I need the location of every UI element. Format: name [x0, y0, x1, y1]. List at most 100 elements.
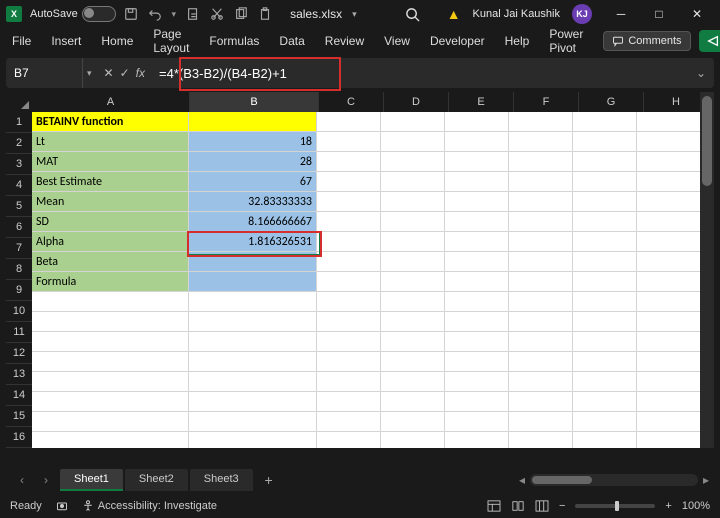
add-sheet-button[interactable]: +: [257, 472, 281, 488]
cell-F7[interactable]: [509, 232, 573, 252]
col-header-F[interactable]: F: [514, 92, 579, 112]
cell-B4[interactable]: 67: [189, 172, 317, 192]
cell-D16[interactable]: [381, 412, 445, 432]
row-header-12[interactable]: 12: [6, 343, 32, 364]
cell-D14[interactable]: [381, 372, 445, 392]
copy-icon[interactable]: [234, 7, 248, 21]
row-header-6[interactable]: 6: [6, 217, 32, 238]
row-header-14[interactable]: 14: [6, 385, 32, 406]
tab-nav-next-icon[interactable]: ›: [36, 473, 56, 487]
cell-G1[interactable]: [573, 112, 637, 132]
zoom-level[interactable]: 100%: [682, 500, 710, 512]
cell-E3[interactable]: [445, 152, 509, 172]
cell-D2[interactable]: [381, 132, 445, 152]
cell-A2[interactable]: Lt: [32, 132, 189, 152]
cell-E2[interactable]: [445, 132, 509, 152]
cell-B10[interactable]: [189, 292, 317, 312]
cell-B6[interactable]: 8.166666667: [189, 212, 317, 232]
scroll-right-icon[interactable]: ▸: [698, 473, 714, 487]
minimize-icon[interactable]: ─: [604, 2, 638, 26]
cell-D13[interactable]: [381, 352, 445, 372]
cell-E15[interactable]: [445, 392, 509, 412]
cell-G2[interactable]: [573, 132, 637, 152]
cell-C11[interactable]: [317, 312, 381, 332]
search-icon[interactable]: [405, 7, 420, 22]
cell-H4[interactable]: [637, 172, 701, 192]
cell-C13[interactable]: [317, 352, 381, 372]
col-header-B[interactable]: B: [190, 92, 319, 112]
redo-dropdown-icon[interactable]: ▾: [172, 9, 177, 20]
cell-G17[interactable]: [573, 432, 637, 448]
namebox-dropdown-icon[interactable]: ▾: [83, 68, 96, 79]
cell-C15[interactable]: [317, 392, 381, 412]
cell-G9[interactable]: [573, 272, 637, 292]
paste-icon[interactable]: [258, 7, 272, 21]
row-header-1[interactable]: 1: [6, 112, 32, 133]
row-header-15[interactable]: 15: [6, 406, 32, 427]
save-icon[interactable]: [124, 7, 138, 21]
macro-record-icon[interactable]: [56, 500, 68, 512]
cell-B17[interactable]: [189, 432, 317, 448]
cell-D6[interactable]: [381, 212, 445, 232]
cell-D1[interactable]: [381, 112, 445, 132]
cell-F12[interactable]: [509, 332, 573, 352]
cell-H2[interactable]: [637, 132, 701, 152]
cell-A11[interactable]: [32, 312, 189, 332]
warning-icon[interactable]: ▲: [447, 6, 461, 22]
cell-H17[interactable]: [637, 432, 701, 448]
row-header-3[interactable]: 3: [6, 154, 32, 175]
horizontal-scrollbar[interactable]: [530, 474, 698, 486]
cell-E17[interactable]: [445, 432, 509, 448]
cell-A1[interactable]: BETAINV function: [32, 112, 189, 132]
cell-E6[interactable]: [445, 212, 509, 232]
accessibility-status[interactable]: Accessibility: Investigate: [82, 500, 217, 512]
cell-B9[interactable]: [189, 272, 317, 292]
cell-H8[interactable]: [637, 252, 701, 272]
undo-icon[interactable]: [148, 7, 162, 21]
cell-A7[interactable]: Alpha: [32, 232, 189, 252]
cell-C5[interactable]: [317, 192, 381, 212]
cell-E12[interactable]: [445, 332, 509, 352]
col-header-C[interactable]: C: [319, 92, 384, 112]
cell-A8[interactable]: Beta: [32, 252, 189, 272]
scroll-left-icon[interactable]: ◂: [514, 473, 530, 487]
tab-file[interactable]: File: [12, 34, 31, 48]
view-page-break-icon[interactable]: [535, 500, 549, 512]
cell-C4[interactable]: [317, 172, 381, 192]
cell-E14[interactable]: [445, 372, 509, 392]
zoom-slider[interactable]: [575, 504, 655, 508]
row-header-5[interactable]: 5: [6, 196, 32, 217]
cell-C10[interactable]: [317, 292, 381, 312]
cell-E7[interactable]: [445, 232, 509, 252]
cell-B14[interactable]: [189, 372, 317, 392]
zoom-out-button[interactable]: −: [559, 500, 565, 512]
cell-B15[interactable]: [189, 392, 317, 412]
tab-nav-prev-icon[interactable]: ‹: [12, 473, 32, 487]
cell-F1[interactable]: [509, 112, 573, 132]
tab-page-layout[interactable]: Page Layout: [153, 27, 189, 55]
row-header-16[interactable]: 16: [6, 427, 32, 448]
view-page-layout-icon[interactable]: [511, 500, 525, 512]
zoom-in-button[interactable]: +: [665, 500, 671, 512]
expand-formula-bar-icon[interactable]: ⌄: [696, 66, 706, 80]
cell-G14[interactable]: [573, 372, 637, 392]
tab-review[interactable]: Review: [325, 34, 364, 48]
cell-A4[interactable]: Best Estimate: [32, 172, 189, 192]
cell-E1[interactable]: [445, 112, 509, 132]
cell-G8[interactable]: [573, 252, 637, 272]
cell-A5[interactable]: Mean: [32, 192, 189, 212]
cell-A12[interactable]: [32, 332, 189, 352]
cell-H9[interactable]: [637, 272, 701, 292]
cell-D15[interactable]: [381, 392, 445, 412]
col-header-G[interactable]: G: [579, 92, 644, 112]
cell-E11[interactable]: [445, 312, 509, 332]
cell-H7[interactable]: [637, 232, 701, 252]
cell-E5[interactable]: [445, 192, 509, 212]
cell-G10[interactable]: [573, 292, 637, 312]
cell-B7[interactable]: 1.816326531: [189, 232, 317, 252]
comments-button[interactable]: Comments: [603, 31, 690, 51]
cell-G7[interactable]: [573, 232, 637, 252]
cancel-formula-icon[interactable]: ✕: [104, 66, 114, 80]
cell-E10[interactable]: [445, 292, 509, 312]
cell-D3[interactable]: [381, 152, 445, 172]
